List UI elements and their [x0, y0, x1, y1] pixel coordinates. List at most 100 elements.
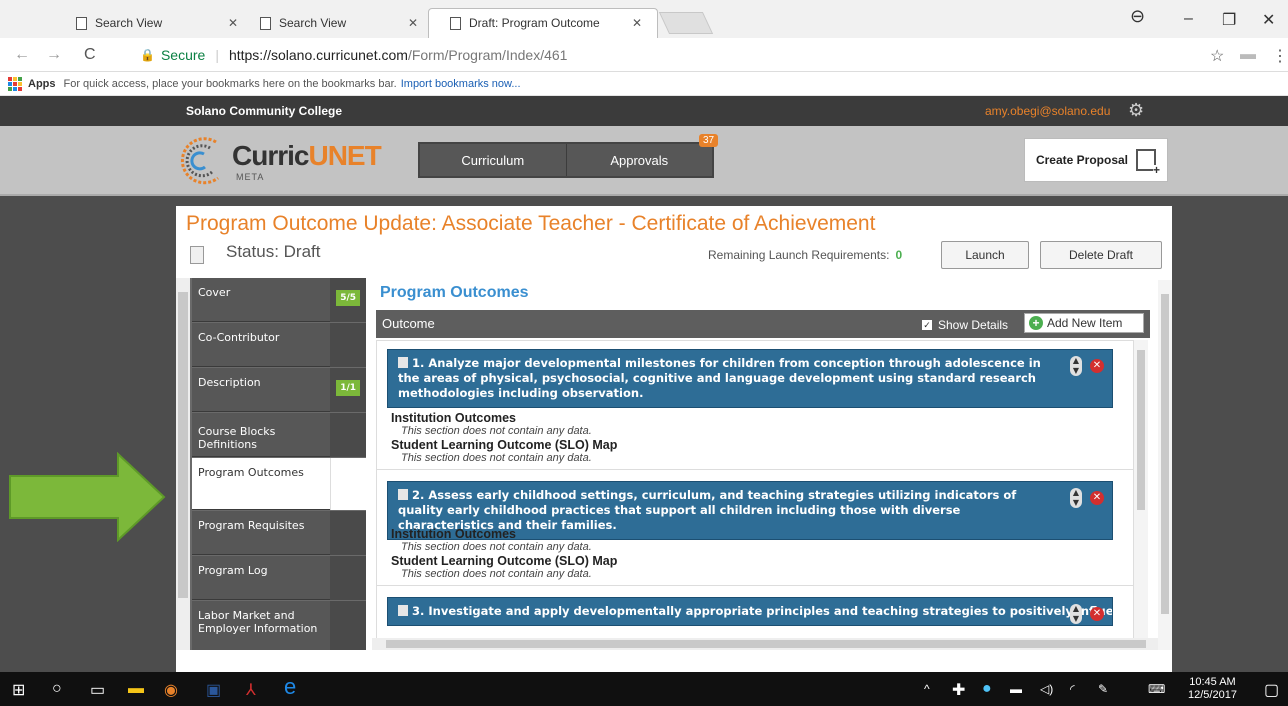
- search-icon[interactable]: ○: [52, 680, 62, 698]
- chrome-icon[interactable]: ◉: [164, 680, 178, 700]
- outcome-list: 1. Analyze major developmental milestone…: [376, 340, 1134, 640]
- sidebar-item-course-blocks[interactable]: Course Blocks Definitions: [192, 413, 366, 457]
- plus-icon: +: [1029, 316, 1043, 330]
- volume-icon[interactable]: ◁): [1040, 682, 1053, 696]
- back-icon[interactable]: ←: [14, 46, 30, 64]
- url-field[interactable]: 🔒 Secure | https://solano.curricunet.com…: [140, 42, 1188, 68]
- tray-expand-icon[interactable]: ^: [924, 682, 930, 696]
- sidebar-item-labor-market[interactable]: Labor Market and Employer Information: [192, 601, 366, 650]
- reorder-icon[interactable]: ▲ ▼: [1070, 356, 1082, 376]
- checkbox-checked-icon: ✓: [922, 320, 932, 330]
- green-arrow-annotation-icon: [9, 452, 166, 542]
- delete-draft-button[interactable]: Delete Draft: [1040, 241, 1162, 269]
- word-icon[interactable]: ▣: [206, 680, 221, 700]
- slo-map-header: Student Learning Outcome (SLO) Map: [391, 554, 618, 568]
- outcome-banner[interactable]: 1. Analyze major developmental milestone…: [387, 349, 1113, 408]
- browser-tab-active[interactable]: Draft: Program Outcome ✕: [440, 8, 652, 38]
- outcome-list-scrollbar[interactable]: [1134, 340, 1148, 640]
- restore-icon[interactable]: ❐: [1222, 10, 1236, 30]
- approvals-count-badge: 37: [699, 134, 719, 147]
- edge-icon[interactable]: e: [284, 674, 296, 700]
- forward-icon[interactable]: →: [46, 46, 62, 64]
- tab-title: Search View: [95, 16, 163, 30]
- close-tab-icon[interactable]: ✕: [228, 16, 238, 30]
- sidebar-item-co-contributor[interactable]: Co-Contributor: [192, 323, 366, 367]
- user-email-link[interactable]: amy.obegi@solano.edu: [985, 104, 1110, 118]
- page-icon: [76, 16, 87, 30]
- launch-button[interactable]: Launch: [941, 241, 1029, 269]
- no-data-text: This section does not contain any data.: [401, 425, 592, 437]
- sidebar-scrollbar[interactable]: [176, 278, 190, 650]
- reload-icon[interactable]: C: [84, 46, 96, 64]
- new-tab-button[interactable]: [658, 12, 714, 34]
- divider: [377, 469, 1133, 470]
- completion-badge: 5/5: [336, 290, 360, 306]
- site-top-bar: Solano Community College amy.obegi@solan…: [0, 96, 1288, 126]
- browser-tab[interactable]: Search View ✕: [66, 8, 248, 38]
- keyboard-icon[interactable]: ⌨: [1148, 682, 1165, 696]
- no-data-text: This section does not contain any data.: [401, 541, 592, 553]
- edit-icon[interactable]: [398, 489, 408, 500]
- reorder-icon[interactable]: ▲ ▼: [1070, 488, 1082, 508]
- menu-icon[interactable]: ⋮: [1272, 46, 1288, 66]
- task-view-icon[interactable]: ▭: [90, 680, 105, 700]
- required-fields-note: Fields marked with * are required: [176, 654, 353, 668]
- outcome-banner[interactable]: 3. Investigate and apply developmentally…: [387, 597, 1113, 626]
- pen-icon[interactable]: ✎: [1098, 682, 1108, 696]
- delete-icon[interactable]: ✕: [1090, 359, 1104, 373]
- clock[interactable]: 10:45 AM 12/5/2017: [1188, 676, 1237, 702]
- minimize-icon[interactable]: –: [1184, 10, 1193, 28]
- document-icon: [190, 246, 204, 264]
- star-icon[interactable]: ☆: [1210, 46, 1224, 66]
- remaining-requirements: Remaining Launch Requirements: 0: [708, 248, 903, 262]
- windows-start-icon[interactable]: ⊞: [12, 680, 25, 700]
- sidebar-item-cover[interactable]: Cover 5/5: [192, 278, 366, 322]
- sidebar-item-program-requisites[interactable]: Program Requisites: [192, 511, 366, 555]
- tab-title: Search View: [279, 16, 347, 30]
- gear-icon[interactable]: ⚙: [1128, 100, 1144, 121]
- close-tab-icon[interactable]: ✕: [408, 16, 418, 30]
- clock-date: 12/5/2017: [1188, 689, 1237, 701]
- sidebar-item-program-log[interactable]: Program Log: [192, 556, 366, 600]
- edit-icon[interactable]: [398, 605, 408, 616]
- show-details-checkbox[interactable]: ✓ Show Details: [922, 318, 1008, 332]
- delete-icon[interactable]: ✕: [1090, 607, 1104, 621]
- institution-outcomes-header: Institution Outcomes: [391, 411, 516, 425]
- battery-icon[interactable]: ▬: [1010, 682, 1022, 696]
- wifi-icon[interactable]: ◜: [1070, 682, 1075, 696]
- close-window-icon[interactable]: ✕: [1262, 10, 1275, 30]
- profile-icon[interactable]: ⊖: [1130, 6, 1145, 27]
- reorder-icon[interactable]: ▲ ▼: [1070, 604, 1082, 624]
- outcome-text: 1. Analyze major developmental milestone…: [398, 356, 1041, 400]
- institution-outcomes-header: Institution Outcomes: [391, 527, 516, 541]
- acrobat-icon[interactable]: ⅄: [246, 680, 256, 700]
- apps-icon[interactable]: [8, 76, 22, 91]
- nav-approvals[interactable]: Approvals: [567, 144, 713, 176]
- horizontal-scrollbar[interactable]: [372, 638, 1158, 650]
- content-scrollbar[interactable]: [1158, 280, 1172, 650]
- sidebar-item-program-outcomes[interactable]: Program Outcomes: [192, 458, 366, 510]
- extension-icon[interactable]: ▬: [1240, 46, 1256, 64]
- add-new-item-button[interactable]: + Add New Item: [1024, 313, 1144, 333]
- main-content: Program Outcomes Outcome ✓ Show Details …: [372, 278, 1166, 650]
- college-name: Solano Community College: [186, 104, 343, 118]
- apps-link[interactable]: Apps: [28, 78, 56, 90]
- create-proposal-button[interactable]: Create Proposal: [1024, 138, 1168, 182]
- secure-label: Secure: [160, 47, 206, 63]
- import-bookmarks-link[interactable]: Import bookmarks now...: [401, 78, 521, 90]
- browser-tab[interactable]: Search View ✕: [250, 8, 428, 38]
- curricunet-logo[interactable]: CurricUNET META: [172, 134, 382, 188]
- file-explorer-icon[interactable]: ▬: [128, 680, 144, 698]
- close-tab-icon[interactable]: ✕: [632, 16, 642, 30]
- network-icon[interactable]: ●: [982, 680, 992, 698]
- delete-icon[interactable]: ✕: [1090, 491, 1104, 505]
- notifications-icon[interactable]: ▢: [1264, 680, 1279, 700]
- outcome-text: 2. Assess early childhood settings, curr…: [398, 488, 1017, 532]
- sidebar-item-description[interactable]: Description 1/1: [192, 368, 366, 412]
- divider: [377, 585, 1133, 586]
- security-icon[interactable]: ✚: [952, 680, 965, 700]
- edit-icon[interactable]: [398, 357, 408, 368]
- no-data-text: This section does not contain any data.: [401, 452, 592, 464]
- nav-curriculum[interactable]: Curriculum: [420, 144, 567, 176]
- page-icon: [260, 16, 271, 30]
